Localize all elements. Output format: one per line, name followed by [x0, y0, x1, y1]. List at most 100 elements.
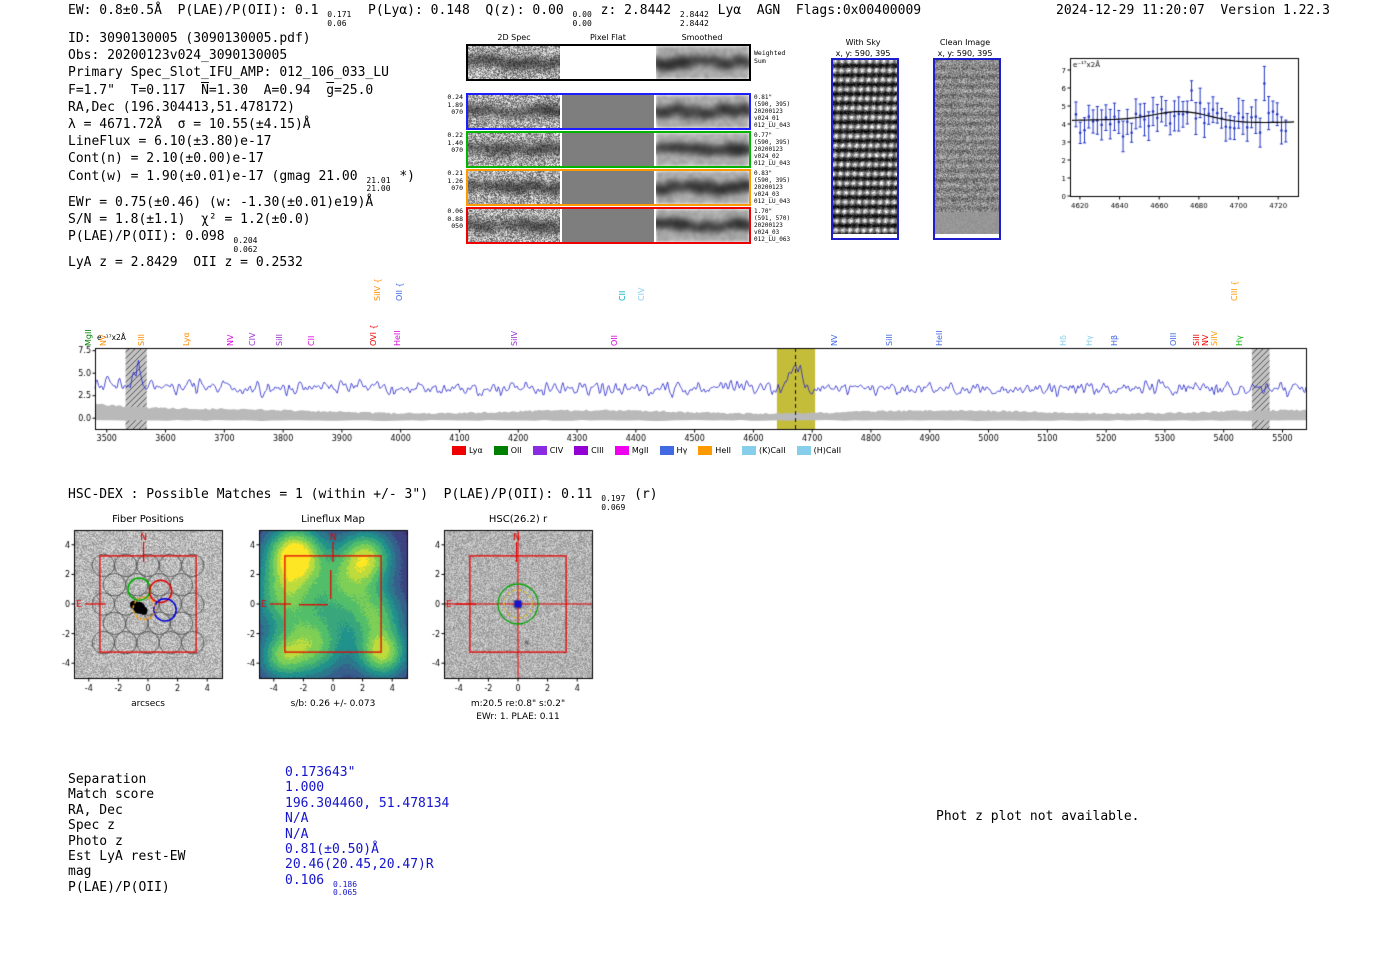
stacked-value: 2.8442 2.8442 — [680, 10, 709, 28]
blank-segment — [562, 46, 654, 79]
legend-label: CIV — [549, 446, 564, 455]
header-gap — [1205, 3, 1221, 18]
stacked-lo: 0.065 — [332, 888, 358, 898]
stacked-lo: 0.062 — [233, 244, 258, 254]
text-segment: RA,Dec (196.304413,51.478172) — [68, 99, 295, 115]
match-table-value: N/A — [285, 811, 449, 826]
info-line: P(LAE)/P(OII): 0.098 0.204 0.062 — [68, 228, 415, 254]
withsky-image — [833, 60, 897, 234]
fiber-info-line: (590, 395) — [754, 177, 791, 184]
text-segment: N/A — [285, 826, 309, 842]
spec2d-strip-segments — [468, 133, 749, 166]
cleanimage-image — [935, 60, 999, 234]
match-table-value: 0.173643" — [285, 765, 449, 780]
spec2d-image — [468, 209, 560, 242]
text-segment: g — [326, 82, 335, 98]
weight-line: 070 — [451, 146, 463, 154]
spec2d-strip-row — [466, 44, 751, 81]
info-line: S/N = 1.8(±1.1) χ² = 1.2(±0.0) — [68, 211, 415, 228]
weight-line: 070 — [451, 108, 463, 116]
text-segment: 1.000 — [285, 780, 325, 796]
match-table-label: Match score — [68, 787, 155, 803]
spec2d-image — [468, 95, 560, 128]
emission-line-label: CIV — [637, 287, 647, 301]
spec2d-image — [468, 133, 560, 166]
spec2d-image — [468, 46, 560, 79]
weight-line: 050 — [451, 222, 463, 230]
info-line: RA,Dec (196.304413,51.478172) — [68, 99, 415, 116]
text-segment: =25.0 — [334, 82, 374, 98]
legend-label: OII — [510, 446, 522, 455]
match-table-label: Photo z — [68, 833, 123, 849]
legend-swatch — [452, 446, 466, 455]
legend-item: (K)CaII — [741, 446, 786, 455]
line-fit-zoom-plot — [1042, 50, 1304, 218]
info-line: Cont(w) = 1.90(±0.01)e-17 (gmag 21.00 21… — [68, 168, 415, 194]
stacked-value: 0.186 0.065 — [332, 880, 358, 898]
info-line: F=1.7" T=0.117 N=1.30 A=0.94 g=25.0 — [68, 82, 415, 99]
spec2d-row-info: 0.81" (590, 395) 20200123 v024_01 012_LU_043 — [754, 94, 790, 129]
smoothed-image — [656, 171, 749, 204]
report-version: Version 1.22.3 — [1220, 3, 1330, 18]
info-line: λ = 4671.72Å σ = 10.55(±4.15)Å — [68, 116, 415, 133]
hsc-dex-match-summary: HSC-DEX : Possible Matches = 1 (within +… — [68, 486, 658, 512]
legend-label: MgII — [631, 446, 649, 455]
text-segment: =1.30 A=0.94 — [208, 82, 327, 98]
legend-item: Hγ — [659, 446, 687, 455]
elixer-report-page: EW: 0.8±0.5Å P(LAE)/P(OII): 0.1 0.171 0.0… — [0, 0, 1400, 953]
legend-label: (H)CaII — [813, 446, 842, 455]
report-datetime: 2024-12-29 11:20:07 — [1056, 3, 1205, 18]
cleanimage-title: Clean Image — [939, 38, 991, 47]
match-table-value: 196.304460, 51.478134 — [285, 796, 449, 811]
text-segment: 20.46(20.45,20.47)R — [285, 857, 434, 873]
text-segment: ID: 3090130005 (3090130005.pdf) — [68, 31, 311, 46]
legend-label: CIII — [591, 446, 604, 455]
smoothed-image — [656, 209, 749, 242]
hsc-caption-2: EWr: 1. PLAE: 0.11 — [476, 712, 560, 722]
fiber-info-line: 012_LU_063 — [754, 236, 791, 243]
text-segment: *) — [391, 168, 415, 184]
fiber-info-line: 012_LU_043 — [754, 160, 791, 167]
report-header-summary: EW: 0.8±0.5Å P(LAE)/P(OII): 0.1 0.171 0.0… — [68, 2, 921, 28]
legend-item: CIV — [532, 446, 564, 455]
smoothed-image — [656, 133, 749, 166]
legend-item: CIII — [574, 446, 604, 455]
text-segment: 0.81(±0.50)Å — [285, 842, 379, 858]
legend-item: MgII — [614, 446, 649, 455]
text-segment: (r) — [626, 487, 658, 502]
col-header-2dspec: 2D Spec — [497, 33, 531, 42]
stacked-lo: 21.00 — [366, 184, 391, 194]
cleanimage-panel — [933, 58, 1001, 240]
fiber-info-line: 20200123 — [754, 146, 783, 153]
withsky-coords: x, y: 590, 395 — [835, 49, 891, 58]
pixel-flat-image — [562, 209, 654, 242]
text-segment: N — [201, 82, 209, 98]
text-segment: λ = 4671.72Å σ = 10.55(±4.15)Å — [68, 117, 311, 133]
legend-label: HeII — [715, 446, 731, 455]
lineflux-map-title: Lineflux Map — [301, 514, 365, 525]
legend-swatch — [659, 446, 674, 455]
match-table-label: mag — [68, 864, 92, 880]
fiber-info-line: v024_01 — [754, 115, 780, 122]
spectrum-legend: Lyα OII CIV CIII MgII Hγ HeII (K)CaII (H)CaII — [452, 446, 841, 455]
full-spectrum-plot — [60, 340, 1310, 452]
spec2d-row-weights: 0.21 1.26 070 — [420, 169, 463, 193]
text-segment: HSC-DEX : Possible Matches = 1 (within +… — [68, 487, 601, 502]
hsc-r-cutout — [420, 528, 598, 698]
match-table-value: N/A — [285, 827, 449, 842]
legend-label: Lyα — [469, 446, 483, 455]
smoothed-image — [656, 95, 749, 128]
info-line: Cont(n) = 2.10(±0.00)e-17 — [68, 150, 415, 167]
text-segment: S/N = 1.8(±1.1) χ² = 1.2(±0.0) — [68, 211, 311, 227]
text-segment: P(Lyα): 0.148 Q(z): 0.00 — [352, 3, 572, 18]
spec2d-row-info: 0.83" (590, 395) 20200123 v024_03 012_LU_043 — [754, 170, 790, 205]
fiber-info-line: 0.77" — [754, 132, 773, 139]
fiber-info-line: 012_LU_043 — [754, 122, 791, 129]
legend-swatch — [574, 446, 589, 455]
spec2d-strip-segments — [468, 95, 749, 128]
text-segment: EW: 0.8±0.5Å P(LAE)/P(OII): 0.1 — [68, 3, 327, 18]
stacked-lo: 0.069 — [601, 502, 626, 512]
pixel-flat-image — [562, 171, 654, 204]
match-table-values: 0.173643" 1.000 196.304460, 51.478134 N/A N/… — [285, 765, 449, 898]
spec2d-row-info: 1.70" (591, 570) 20200123 v024_03 012_LU_063 — [754, 208, 790, 243]
